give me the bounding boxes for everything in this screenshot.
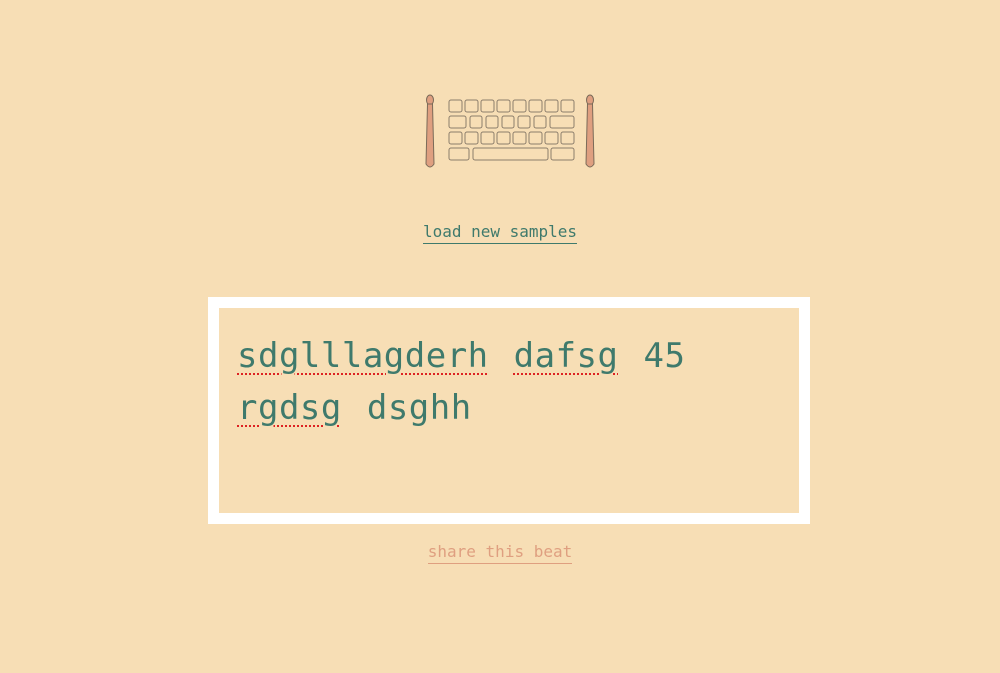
editor-word: rgdsg bbox=[237, 388, 342, 428]
editor-word: dafsg bbox=[513, 336, 619, 376]
keyboard-drumsticks-logo bbox=[420, 92, 600, 172]
load-new-samples-link[interactable]: load new samples bbox=[422, 222, 578, 244]
left-drumstick-icon bbox=[425, 94, 435, 168]
load-samples-row: load new samples bbox=[0, 222, 1000, 244]
right-drumstick-icon bbox=[585, 94, 595, 168]
editor-word: 45 bbox=[643, 336, 686, 376]
editor-word: sdglllagderh bbox=[237, 336, 489, 376]
share-this-beat-link[interactable]: share this beat bbox=[427, 542, 573, 564]
editor-word: dsghh bbox=[366, 388, 472, 428]
beat-editor-frame: sdglllagderh dafsg 45 rgdsg dsghh bbox=[208, 297, 810, 524]
keyboard-drumsticks-icon bbox=[425, 94, 595, 168]
share-row: share this beat bbox=[0, 542, 1000, 564]
beat-text-editor[interactable]: sdglllagderh dafsg 45 rgdsg dsghh bbox=[219, 308, 799, 513]
keyboard-keys bbox=[448, 99, 575, 161]
